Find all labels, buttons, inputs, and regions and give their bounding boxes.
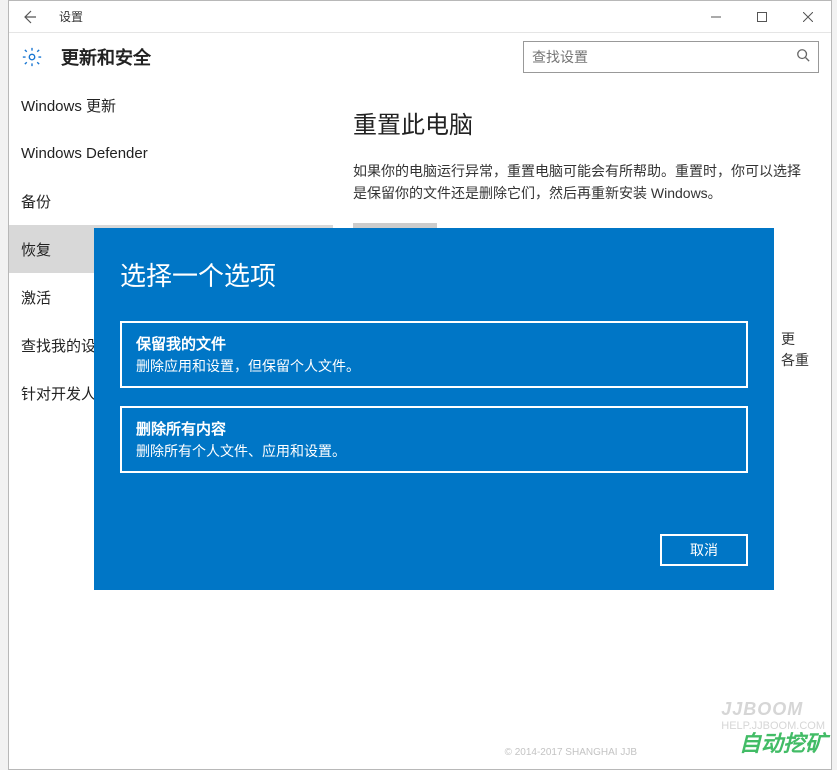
window-title: 设置	[59, 8, 83, 25]
reset-options-dialog: 选择一个选项 保留我的文件 删除应用和设置，但保留个人文件。 删除所有内容 删除…	[94, 228, 774, 590]
option-description: 删除应用和设置，但保留个人文件。	[136, 356, 732, 376]
back-button[interactable]	[9, 1, 49, 33]
sidebar-item-label: 针对开发人	[21, 383, 96, 404]
search-box[interactable]	[523, 41, 819, 73]
minimize-button[interactable]	[693, 1, 739, 33]
option-keep-files[interactable]: 保留我的文件 删除应用和设置，但保留个人文件。	[120, 321, 748, 388]
header: 更新和安全	[9, 33, 831, 81]
sidebar-item-label: 恢复	[21, 239, 51, 260]
option-remove-everything[interactable]: 删除所有内容 删除所有个人文件、应用和设置。	[120, 406, 748, 473]
sidebar-item-label: Windows 更新	[21, 95, 116, 116]
main-description: 如果你的电脑运行异常，重置电脑可能会有所帮助。重置时，你可以选择是保留你的文件还…	[353, 160, 811, 205]
watermark-copyright: © 2014-2017 SHANGHAI JJB	[505, 747, 637, 758]
edge-artifact	[0, 0, 8, 770]
close-button[interactable]	[785, 1, 831, 33]
dialog-title: 选择一个选项	[120, 256, 748, 293]
main-title: 重置此电脑	[353, 105, 811, 140]
sidebar-item-label: 查找我的设	[21, 335, 96, 356]
minimize-icon	[711, 12, 721, 22]
partial-background-text: 更 各重	[781, 329, 809, 371]
cancel-button[interactable]: 取消	[660, 534, 748, 566]
close-icon	[803, 12, 813, 22]
option-title: 删除所有内容	[136, 418, 732, 439]
option-title: 保留我的文件	[136, 333, 732, 354]
search-icon	[796, 48, 810, 67]
sidebar-item-label: 备份	[21, 191, 51, 212]
option-description: 删除所有个人文件、应用和设置。	[136, 441, 732, 461]
titlebar: 设置	[9, 1, 831, 33]
search-input[interactable]	[532, 49, 796, 65]
sidebar-item-windows-defender[interactable]: Windows Defender	[9, 129, 333, 177]
maximize-button[interactable]	[739, 1, 785, 33]
sidebar-item-windows-update[interactable]: Windows 更新	[9, 81, 333, 129]
gear-icon	[21, 46, 43, 68]
watermark-green: 自动挖矿	[739, 726, 827, 758]
back-arrow-icon	[21, 9, 37, 25]
sidebar-item-label: Windows Defender	[21, 145, 148, 162]
window-controls	[693, 1, 831, 33]
sidebar-item-backup[interactable]: 备份	[9, 177, 333, 225]
maximize-icon	[757, 12, 767, 22]
page-title: 更新和安全	[61, 44, 151, 70]
sidebar-item-label: 激活	[21, 287, 51, 308]
